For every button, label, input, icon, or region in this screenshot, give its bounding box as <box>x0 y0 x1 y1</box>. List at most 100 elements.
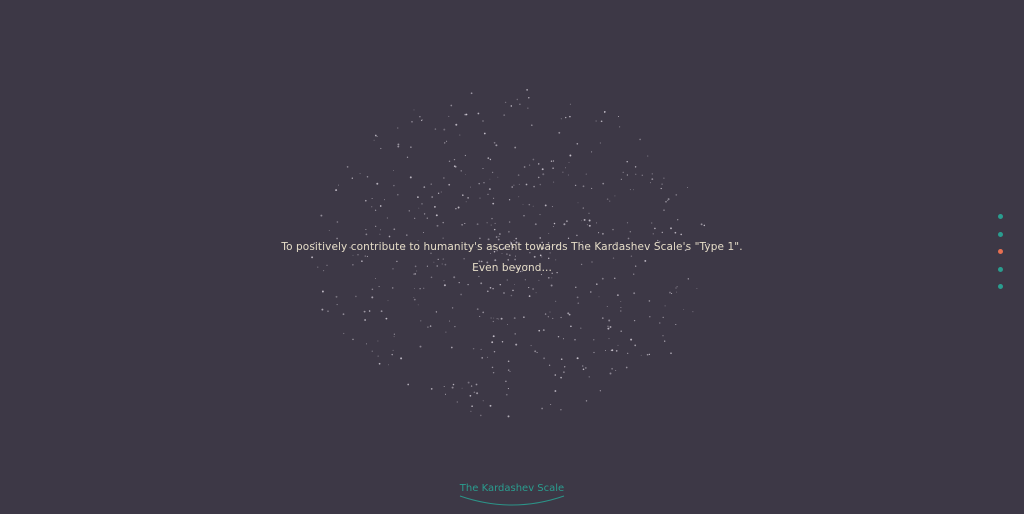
particle <box>470 385 473 387</box>
particle <box>547 316 549 318</box>
particle <box>371 296 374 299</box>
particle <box>606 305 608 308</box>
particle <box>377 340 379 342</box>
particle <box>495 144 498 147</box>
particle <box>505 380 507 383</box>
particle <box>649 315 651 318</box>
particle <box>397 143 400 146</box>
particle <box>486 290 489 293</box>
section-dot-4[interactable] <box>997 266 1003 272</box>
particle <box>455 207 457 210</box>
particle <box>443 280 445 282</box>
particle <box>413 297 415 299</box>
particle <box>620 310 622 312</box>
particle <box>482 167 484 170</box>
particle <box>510 294 513 297</box>
particle <box>648 353 651 356</box>
particle <box>664 340 666 342</box>
particle <box>386 217 388 219</box>
particle <box>620 301 622 302</box>
particle <box>393 184 395 187</box>
section-dot-5[interactable] <box>997 284 1003 289</box>
particle <box>473 391 476 394</box>
particle <box>591 151 593 153</box>
particle <box>486 356 489 358</box>
particle <box>335 295 338 298</box>
particle <box>443 128 446 131</box>
particle <box>508 199 511 201</box>
particle <box>553 222 556 225</box>
particle <box>460 293 462 296</box>
particle <box>385 317 388 320</box>
particle <box>591 187 593 189</box>
particle <box>670 352 672 355</box>
particle <box>377 355 379 357</box>
section-dot-2[interactable] <box>997 231 1003 237</box>
particle <box>501 341 504 343</box>
particle <box>328 229 330 232</box>
particle <box>499 233 501 235</box>
particle <box>530 124 533 127</box>
section-dot-1[interactable] <box>997 214 1003 219</box>
particle <box>426 217 428 219</box>
particle <box>523 214 525 217</box>
particle <box>448 160 451 163</box>
particle <box>435 311 438 313</box>
particle <box>379 233 381 235</box>
particle <box>467 283 469 286</box>
particle <box>596 222 597 224</box>
particle <box>489 286 492 289</box>
section-dot-3-active[interactable] <box>997 249 1003 254</box>
particle <box>544 204 547 207</box>
particle <box>448 183 451 186</box>
particle <box>541 407 543 410</box>
particle <box>612 228 614 231</box>
particle <box>434 128 437 130</box>
particle <box>455 123 458 126</box>
particle <box>435 214 438 217</box>
particle <box>445 331 447 333</box>
particle <box>464 173 466 175</box>
particle <box>366 343 367 345</box>
particle <box>576 143 579 145</box>
particle <box>616 294 619 297</box>
particle <box>675 287 677 289</box>
particle <box>423 213 426 215</box>
particle <box>376 182 379 185</box>
particle <box>457 206 460 209</box>
particle <box>518 183 520 185</box>
particle <box>663 209 665 211</box>
particle <box>522 204 524 205</box>
particle <box>458 281 460 284</box>
particle <box>609 200 611 202</box>
particle <box>514 283 515 285</box>
particle <box>413 298 416 301</box>
particle <box>557 335 560 338</box>
particle <box>560 316 562 319</box>
particle <box>423 287 425 289</box>
particle <box>558 131 561 134</box>
particle <box>411 121 413 123</box>
particle <box>409 176 412 179</box>
particle <box>515 343 518 346</box>
particle <box>633 319 636 322</box>
particle <box>598 296 600 298</box>
particle <box>569 115 571 118</box>
particle <box>391 287 394 289</box>
particle <box>491 217 493 220</box>
particle <box>527 107 529 109</box>
particle <box>576 357 579 360</box>
particle <box>508 221 511 223</box>
particle <box>615 369 617 371</box>
kardashev-scale-link[interactable]: The Kardashev Scale <box>452 480 572 506</box>
particle <box>492 202 495 205</box>
particle <box>507 415 510 418</box>
particle <box>352 338 354 341</box>
particle <box>359 173 361 175</box>
particle <box>625 366 628 369</box>
particle <box>464 154 467 157</box>
particle <box>651 178 654 181</box>
particle <box>534 350 537 353</box>
particle <box>607 328 609 330</box>
particle <box>669 291 671 294</box>
